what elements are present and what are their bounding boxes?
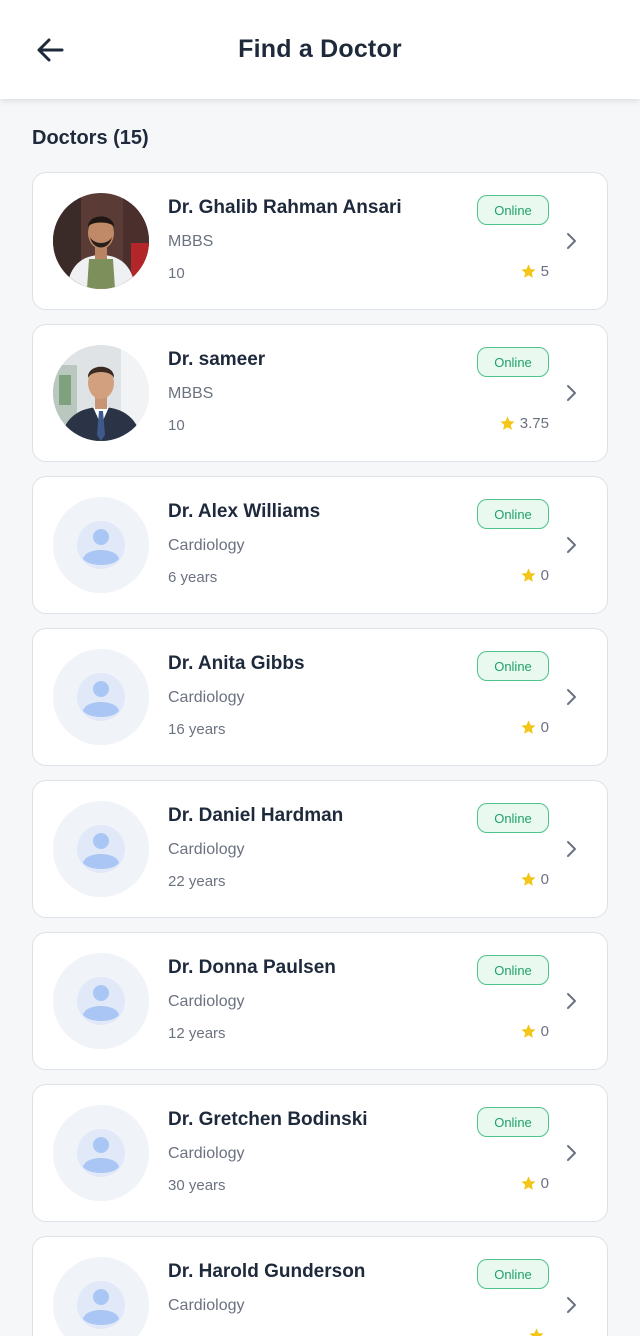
doctor-avatar [53, 1257, 149, 1336]
doctor-photo [53, 345, 149, 441]
doctor-rating: 0 [520, 1023, 549, 1040]
chevron-right-icon [563, 687, 581, 707]
doctor-name: Dr. Donna Paulsen [168, 957, 336, 978]
doctor-card[interactable]: Dr. Ghalib Rahman Ansari MBBS 10 Online … [32, 172, 608, 310]
default-avatar-icon [53, 1257, 149, 1336]
doctor-name: Dr. Ghalib Rahman Ansari [168, 197, 402, 218]
star-icon [521, 568, 536, 582]
chevron-right-icon [563, 1143, 581, 1163]
doctor-specialty: Cardiology [168, 537, 245, 554]
default-avatar-icon [53, 1105, 149, 1201]
doctor-avatar [53, 953, 149, 1049]
doctor-card[interactable]: Dr. Daniel Hardman Cardiology 22 years O… [32, 780, 608, 918]
online-status-badge: Online [477, 195, 549, 225]
doctor-name: Dr. Daniel Hardman [168, 805, 344, 826]
doctor-specialty: Cardiology [168, 841, 245, 858]
star-icon [529, 1328, 544, 1336]
chevron-right-icon [563, 383, 581, 403]
doctor-specialty: Cardiology [168, 993, 245, 1010]
doctor-specialty: Cardiology [168, 1297, 245, 1314]
chevron-right-icon [563, 1295, 581, 1315]
chevron-right-icon [563, 839, 581, 859]
doctor-avatar [53, 497, 149, 593]
doctor-rating: 3.75 [499, 415, 549, 432]
rating-value: 0 [540, 871, 549, 888]
rating-value: 0 [540, 1023, 549, 1040]
doctor-specialty: MBBS [168, 385, 214, 402]
online-status-badge: Online [477, 1107, 549, 1137]
default-avatar-icon [53, 497, 149, 593]
online-status-badge: Online [477, 803, 549, 833]
online-status-badge: Online [477, 651, 549, 681]
online-status-badge: Online [477, 499, 549, 529]
doctor-experience: 22 years [168, 873, 226, 890]
star-icon [500, 416, 515, 430]
doctor-experience: 10 [168, 417, 185, 434]
doctor-avatar [53, 801, 149, 897]
doctor-card[interactable]: Dr. Donna Paulsen Cardiology 12 years On… [32, 932, 608, 1070]
doctor-rating: 0 [520, 871, 549, 888]
doctor-card[interactable]: Dr. Anita Gibbs Cardiology 16 years Onli… [32, 628, 608, 766]
doctor-card[interactable]: Dr. Harold Gunderson Cardiology Online [32, 1236, 608, 1336]
back-button[interactable] [30, 30, 70, 70]
doctor-photo [53, 193, 149, 289]
chevron-right-icon [563, 991, 581, 1011]
star-icon [521, 720, 536, 734]
online-status-badge: Online [477, 1259, 549, 1289]
star-icon [521, 1024, 536, 1038]
chevron-right-icon [563, 231, 581, 251]
doctor-specialty: MBBS [168, 233, 214, 250]
doctor-avatar [53, 1105, 149, 1201]
doctor-experience: 6 years [168, 569, 218, 586]
rating-value: 0 [540, 719, 549, 736]
doctor-experience: 10 [168, 265, 185, 282]
rating-value: 3.75 [519, 415, 549, 432]
online-status-badge: Online [477, 955, 549, 985]
top-app-bar: Find a Doctor [0, 0, 640, 99]
doctor-rating: 5 [520, 263, 549, 280]
doctor-name: Dr. sameer [168, 349, 266, 370]
doctor-avatar [53, 193, 149, 289]
chevron-right-icon [563, 535, 581, 555]
doctor-experience: 16 years [168, 721, 226, 738]
default-avatar-icon [53, 649, 149, 745]
rating-value: 0 [540, 1175, 549, 1192]
star-icon [521, 1176, 536, 1190]
doctor-experience: 30 years [168, 1177, 226, 1194]
doctor-rating: 0 [520, 567, 549, 584]
doctor-name: Dr. Gretchen Bodinski [168, 1109, 368, 1130]
doctor-name: Dr. Alex Williams [168, 501, 321, 522]
doctor-name: Dr. Anita Gibbs [168, 653, 305, 674]
doctor-rating [528, 1327, 549, 1336]
doctor-name: Dr. Harold Gunderson [168, 1261, 366, 1282]
doctor-specialty: Cardiology [168, 689, 245, 706]
doctor-specialty: Cardiology [168, 1145, 245, 1162]
doctor-rating: 0 [520, 719, 549, 736]
doctor-card[interactable]: Dr. Gretchen Bodinski Cardiology 30 year… [32, 1084, 608, 1222]
star-icon [521, 264, 536, 278]
default-avatar-icon [53, 801, 149, 897]
doctor-avatar [53, 649, 149, 745]
rating-value: 5 [540, 263, 549, 280]
arrow-left-icon [37, 38, 64, 62]
doctor-rating: 0 [520, 1175, 549, 1192]
doctors-count-heading: Doctors (15) [32, 127, 149, 149]
online-status-badge: Online [477, 347, 549, 377]
doctor-card[interactable]: Dr. Alex Williams Cardiology 6 years Onl… [32, 476, 608, 614]
star-icon [521, 872, 536, 886]
page-title: Find a Doctor [238, 35, 402, 63]
default-avatar-icon [53, 953, 149, 1049]
doctor-avatar [53, 345, 149, 441]
doctor-list: Dr. Ghalib Rahman Ansari MBBS 10 Online … [32, 172, 608, 1336]
rating-value: 0 [540, 567, 549, 584]
doctor-card[interactable]: Dr. sameer MBBS 10 Online 3.75 [32, 324, 608, 462]
doctor-experience: 12 years [168, 1025, 226, 1042]
